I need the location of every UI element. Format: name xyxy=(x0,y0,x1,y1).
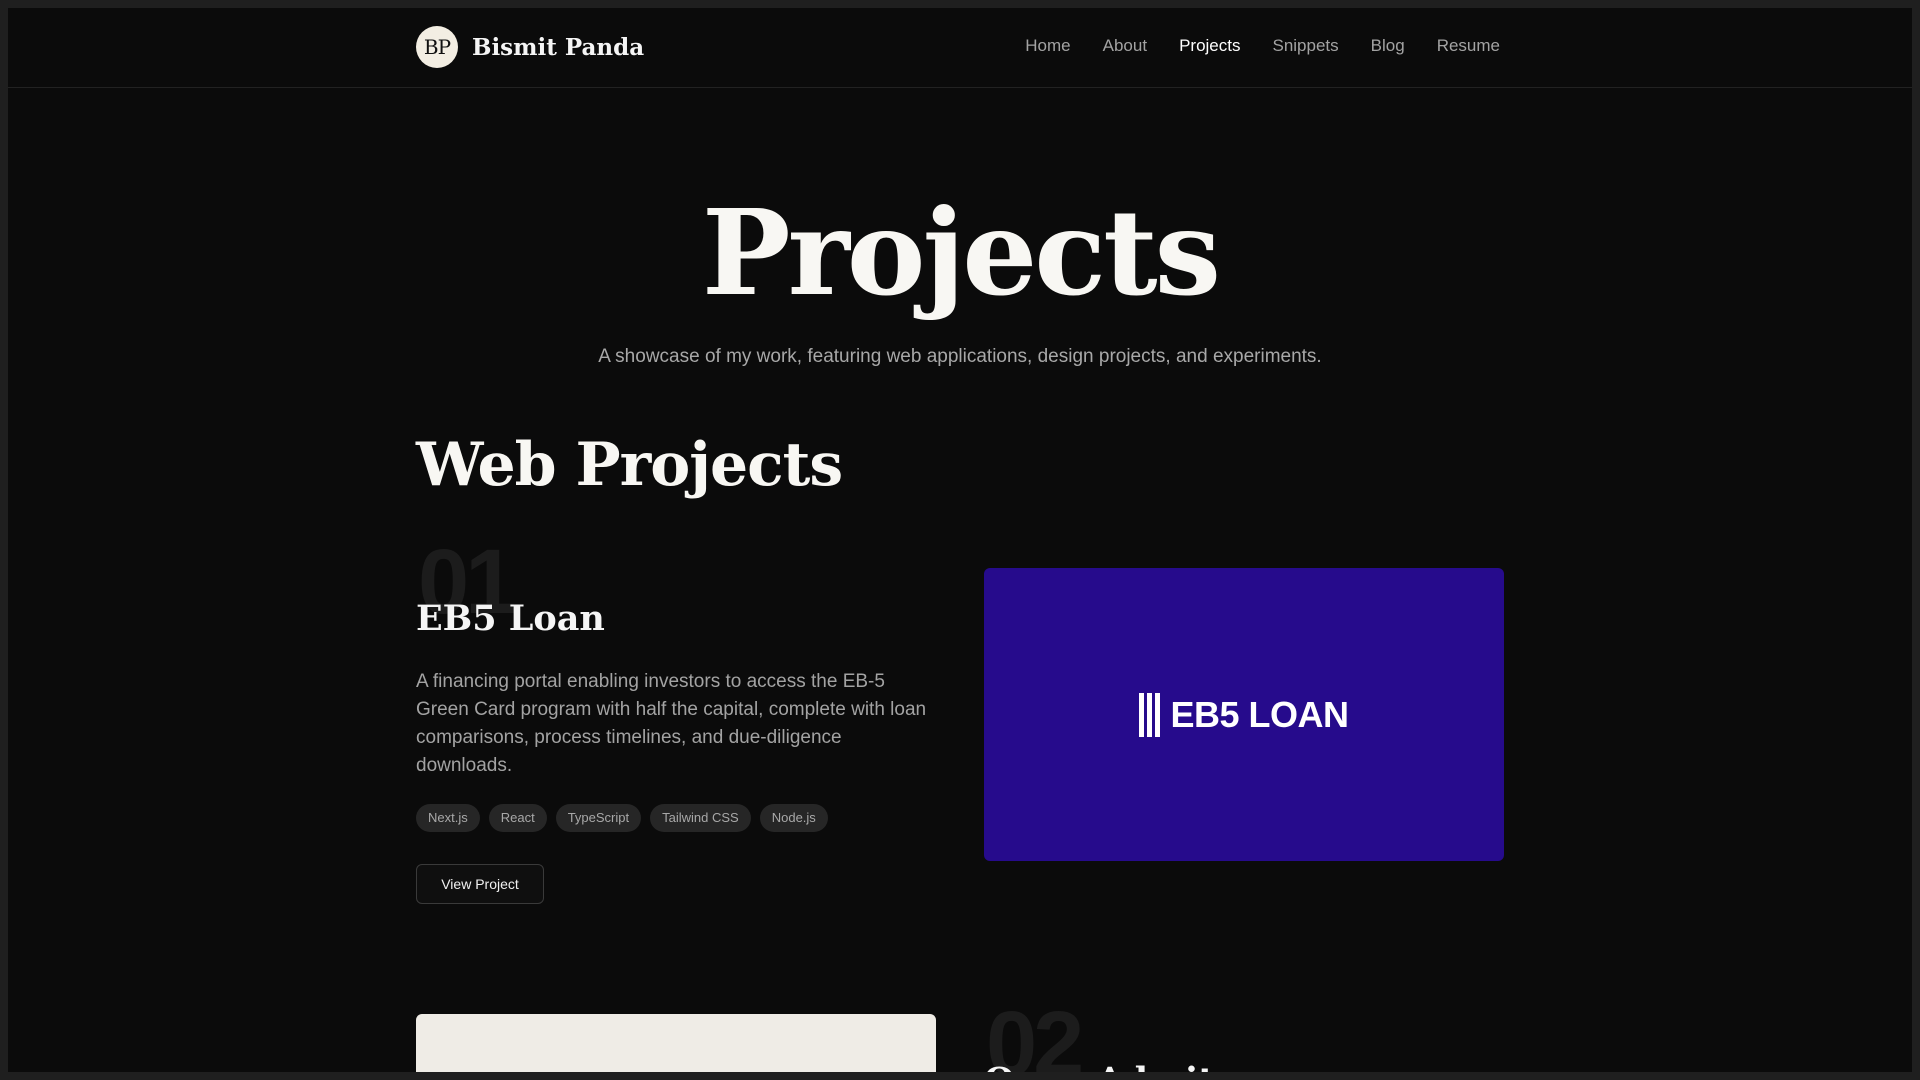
page-frame: BP Bismit Panda Home About Projects Snip… xyxy=(8,8,1912,1072)
nav-snippets[interactable]: Snippets xyxy=(1272,36,1338,56)
page-title: Projects xyxy=(701,183,1221,322)
brand-name: Bismit Panda xyxy=(472,33,645,61)
page-subtitle: A showcase of my work, featuring web app… xyxy=(598,346,1322,367)
nav-resume[interactable]: Resume xyxy=(1437,36,1500,56)
nav-projects[interactable]: Projects xyxy=(1179,36,1240,56)
bars-icon xyxy=(1139,692,1161,737)
project-description: A financing portal enabling investors to… xyxy=(416,671,927,776)
project-tags: Next.js React TypeScript Tailwind CSS No… xyxy=(416,804,828,832)
tag: TypeScript xyxy=(555,804,642,832)
project-thumbnail[interactable] xyxy=(416,1014,936,1072)
thumbnail-text: EB5 LOAN xyxy=(1170,693,1349,735)
site-header: BP Bismit Panda Home About Projects Snip… xyxy=(8,8,1912,88)
main-nav: Home About Projects Snippets Blog Resume xyxy=(1025,36,1500,56)
eb5-logo: EB5 LOAN xyxy=(1139,692,1349,737)
nav-about[interactable]: About xyxy=(1103,36,1147,56)
nav-blog[interactable]: Blog xyxy=(1371,36,1405,56)
logo-avatar: BP xyxy=(416,26,458,68)
section-title: Web Projects xyxy=(416,430,843,500)
project-title: Opus Admit xyxy=(984,1060,1214,1072)
tag: React xyxy=(488,804,547,832)
view-project-button[interactable]: View Project xyxy=(416,864,544,904)
tag: Node.js xyxy=(759,804,828,832)
nav-home[interactable]: Home xyxy=(1025,36,1070,56)
tag: Next.js xyxy=(416,804,480,832)
tag: Tailwind CSS xyxy=(650,804,751,832)
project-thumbnail[interactable]: EB5 LOAN xyxy=(984,568,1504,861)
project-title: EB5 Loan xyxy=(416,598,605,639)
brand-link[interactable]: BP Bismit Panda xyxy=(416,26,644,68)
